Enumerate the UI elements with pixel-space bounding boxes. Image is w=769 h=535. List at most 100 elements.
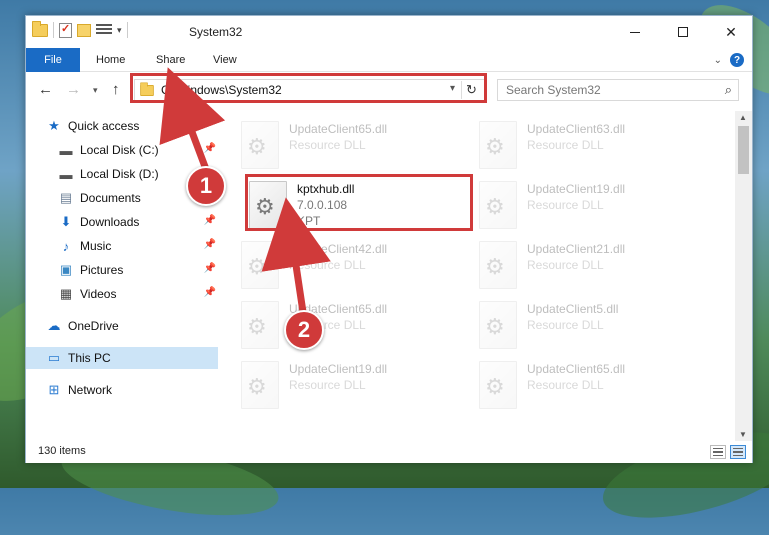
navigation-bar: ← → ▾ ↑ C:\Windows\System32 ▾ ↻ ⌕: [26, 73, 752, 107]
file-item[interactable]: UpdateClient5.dll Resource DLL: [479, 301, 709, 351]
dll-file-icon: [241, 361, 279, 409]
tiles-view-icon[interactable]: [730, 445, 746, 459]
tab-share[interactable]: Share: [156, 54, 185, 66]
search-box[interactable]: ⌕: [497, 79, 739, 101]
file-description: Resource DLL: [289, 258, 366, 272]
customize-toolbar-icon[interactable]: [96, 23, 112, 37]
address-highlight-box: [130, 73, 487, 103]
file-highlight-box: [245, 174, 473, 231]
file-item[interactable]: UpdateClient19.dll Resource DLL: [241, 361, 471, 411]
computer-icon: ▭: [47, 350, 61, 365]
dll-file-icon: [479, 361, 517, 409]
sidebar-item-label: Local Disk (C:): [80, 143, 159, 157]
sidebar-item-label: Music: [80, 239, 112, 253]
maximize-button[interactable]: [660, 16, 706, 48]
sidebar-item-label: OneDrive: [68, 319, 119, 333]
sidebar-item-label: Documents: [80, 191, 141, 205]
callout-one: 1: [186, 166, 226, 206]
file-item[interactable]: UpdateClient42.dll Resource DLL: [241, 241, 471, 291]
file-name: UpdateClient63.dll: [527, 122, 626, 136]
sidebar-item-label: Pictures: [80, 263, 124, 277]
minimize-button[interactable]: [612, 16, 658, 48]
music-icon: ♪: [62, 238, 70, 254]
file-item[interactable]: UpdateClient65.dllResource DLL: [241, 121, 471, 171]
sidebar-item-this-pc[interactable]: ▭ This PC: [26, 347, 218, 369]
download-icon: ⬇: [60, 214, 72, 229]
help-icon[interactable]: ?: [730, 53, 744, 67]
file-name: UpdateClient65.dll: [527, 362, 626, 376]
explorer-window: ▾ System32 ✕ File Home Share View ⌄ ? ← …: [25, 15, 753, 463]
toolbar-divider: [126, 22, 128, 38]
sidebar-item-network[interactable]: ⊞ Network: [26, 379, 218, 401]
tab-file[interactable]: File: [26, 48, 80, 72]
close-icon: ✕: [725, 23, 737, 40]
file-name: UpdateClient5.dll: [527, 302, 619, 316]
scroll-down-icon[interactable]: ▼: [739, 430, 747, 439]
view-toggle: [710, 445, 746, 459]
sidebar-item-onedrive[interactable]: ☁ OneDrive: [26, 315, 218, 337]
network-icon: ⊞: [48, 382, 60, 397]
back-button[interactable]: ←: [38, 81, 53, 98]
sidebar-item-label: This PC: [68, 351, 111, 365]
close-button[interactable]: ✕: [708, 16, 754, 48]
sidebar-item-videos[interactable]: ▦ Videos 📌: [26, 283, 218, 305]
tab-view[interactable]: View: [213, 54, 237, 66]
callout-two: 2: [284, 310, 324, 350]
file-name: UpdateClient19.dll: [527, 182, 626, 196]
search-icon[interactable]: ⌕: [725, 82, 732, 98]
properties-icon[interactable]: [59, 22, 72, 38]
sidebar-item-music[interactable]: ♪ Music 📌: [26, 235, 218, 257]
videos-icon: ▦: [59, 286, 73, 301]
file-item[interactable]: UpdateClient63.dll Resource DLL: [479, 121, 709, 171]
file-item[interactable]: UpdateClient65.dllResource DLL: [241, 301, 471, 351]
chevron-down-icon[interactable]: ▾: [117, 25, 122, 36]
folder-icon[interactable]: [32, 20, 48, 37]
search-input[interactable]: [506, 80, 716, 100]
file-description: Resource DLL: [527, 258, 604, 272]
documents-icon: ▤: [59, 190, 73, 205]
sidebar-item-quick-access[interactable]: ★ Quick access: [26, 115, 218, 137]
ribbon: File Home Share View ⌄ ?: [26, 48, 752, 72]
quick-access-toolbar: ▾: [32, 20, 128, 38]
pin-icon[interactable]: 📌: [204, 263, 216, 274]
dll-file-icon: [241, 301, 279, 349]
drive-icon: ▬: [59, 142, 73, 158]
sidebar-item-label: Network: [68, 383, 113, 397]
minimize-icon: [630, 31, 640, 33]
sidebar-item-label: Quick access: [68, 119, 140, 133]
pin-icon[interactable]: 📌: [204, 287, 216, 298]
tab-home[interactable]: Home: [96, 54, 125, 66]
file-item[interactable]: UpdateClient19.dll Resource DLL: [479, 181, 709, 231]
dll-file-icon: [479, 121, 517, 169]
sidebar-item-label: Videos: [80, 287, 117, 301]
dll-file-icon: [241, 241, 279, 289]
file-item[interactable]: UpdateClient21.dll Resource DLL: [479, 241, 709, 291]
file-list: UpdateClient65.dll Resource DLL UpdateCli…: [221, 111, 737, 441]
file-item[interactable]: UpdateClient65.dllResource DLL: [479, 361, 709, 411]
maximize-icon: [678, 27, 688, 37]
status-bar: 130 items: [26, 441, 752, 463]
navigation-pane: ★ Quick access ▬ Local Disk (C:) 📌 ▬ Loc…: [26, 111, 218, 441]
sidebar-item-label: Downloads: [80, 215, 140, 229]
file-name: UpdateClient21.dll: [527, 242, 626, 256]
pin-icon[interactable]: 📌: [204, 215, 216, 226]
vertical-scrollbar[interactable]: ▲ ▼: [735, 111, 752, 441]
scroll-up-icon[interactable]: ▲: [739, 113, 747, 122]
chevron-down-icon[interactable]: ⌄: [714, 55, 722, 66]
pin-icon[interactable]: 📌: [204, 239, 216, 250]
details-view-icon[interactable]: [710, 445, 726, 459]
recent-locations-button[interactable]: ▾: [93, 85, 98, 96]
dll-file-icon: [479, 181, 517, 229]
file-description: Resource DLL: [289, 138, 366, 152]
sidebar-item-pictures[interactable]: ▣ Pictures 📌: [26, 259, 218, 281]
sidebar-item-label: Local Disk (D:): [80, 167, 159, 181]
forward-button[interactable]: →: [66, 81, 81, 98]
file-description: Resource DLL: [527, 138, 604, 152]
scrollbar-thumb[interactable]: [738, 126, 749, 174]
new-folder-icon[interactable]: [77, 23, 91, 37]
ribbon-controls: ⌄ ?: [714, 53, 744, 67]
up-button[interactable]: ↑: [112, 81, 120, 98]
sidebar-item-local-disk-c[interactable]: ▬ Local Disk (C:) 📌: [26, 139, 218, 161]
pin-icon[interactable]: 📌: [204, 143, 216, 154]
sidebar-item-downloads[interactable]: ⬇ Downloads 📌: [26, 211, 218, 233]
